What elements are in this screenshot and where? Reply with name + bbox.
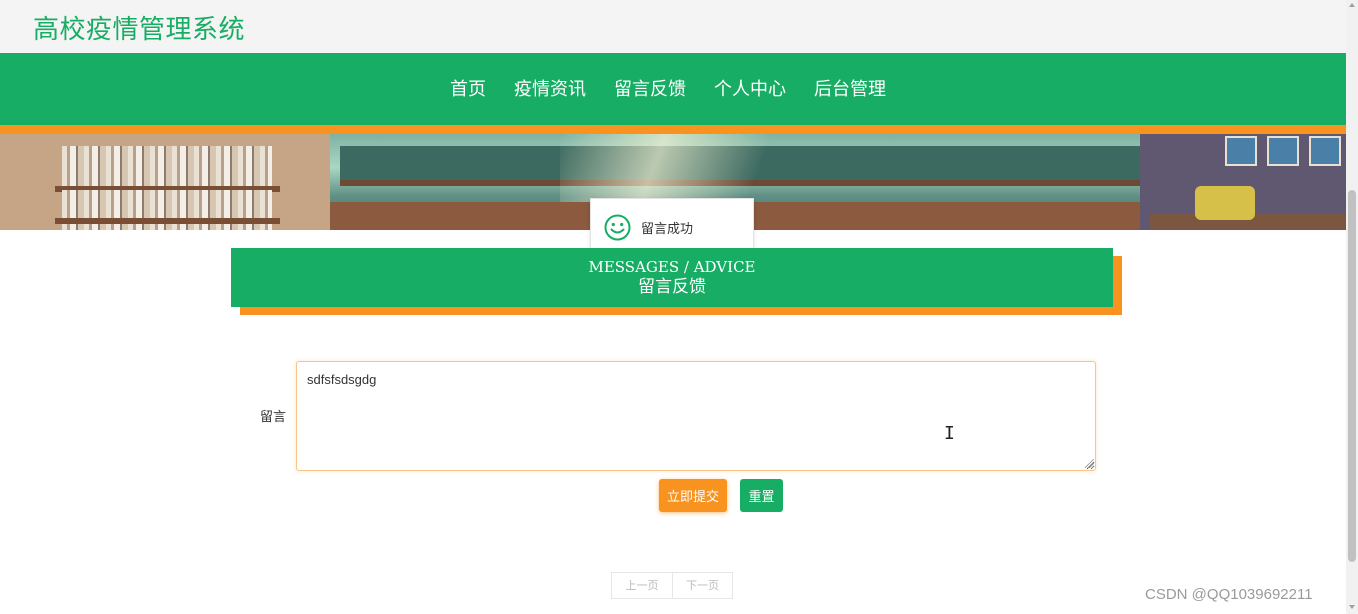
toast-message: 留言成功 xyxy=(641,222,694,237)
nav-item-profile[interactable]: 个人中心 xyxy=(700,75,800,101)
section-title-cn: 留言反馈 xyxy=(638,277,706,297)
submit-button[interactable]: 立即提交 xyxy=(659,479,727,512)
scroll-thumb[interactable] xyxy=(1348,190,1356,562)
scroll-up-arrow-icon[interactable] xyxy=(1349,3,1355,7)
scroll-down-arrow-icon[interactable] xyxy=(1349,605,1355,609)
nav-item-admin[interactable]: 后台管理 xyxy=(800,75,900,101)
top-bar: 高校疫情管理系统 xyxy=(0,0,1346,53)
main-nav: 首页 疫情资讯 留言反馈 个人中心 后台管理 xyxy=(0,53,1346,125)
site-title[interactable]: 高校疫情管理系统 xyxy=(33,9,245,46)
smiley-icon xyxy=(604,214,631,241)
reset-button[interactable]: 重置 xyxy=(740,479,783,512)
section-title-en: MESSAGES / ADVICE xyxy=(588,258,756,276)
message-textarea[interactable]: sdfsfsdsgdg xyxy=(296,361,1096,471)
resize-grip-icon[interactable] xyxy=(1085,459,1094,468)
nav-accent-stripe xyxy=(0,125,1346,134)
nav-item-news[interactable]: 疫情资讯 xyxy=(500,75,600,101)
vertical-scrollbar[interactable] xyxy=(1346,0,1358,614)
nav-items: 首页 疫情资讯 留言反馈 个人中心 后台管理 xyxy=(436,75,900,101)
nav-item-feedback[interactable]: 留言反馈 xyxy=(600,75,700,101)
message-label: 留言 xyxy=(260,410,287,425)
watermark: CSDN @QQ1039692211 xyxy=(1145,586,1313,603)
nav-item-home[interactable]: 首页 xyxy=(436,75,500,101)
text-cursor-icon: I xyxy=(944,423,955,444)
prev-page-button[interactable]: 上一页 xyxy=(612,573,672,598)
next-page-button[interactable]: 下一页 xyxy=(672,573,732,598)
section-title: MESSAGES / ADVICE 留言反馈 xyxy=(231,248,1113,307)
pagination: 上一页 下一页 xyxy=(611,572,733,599)
